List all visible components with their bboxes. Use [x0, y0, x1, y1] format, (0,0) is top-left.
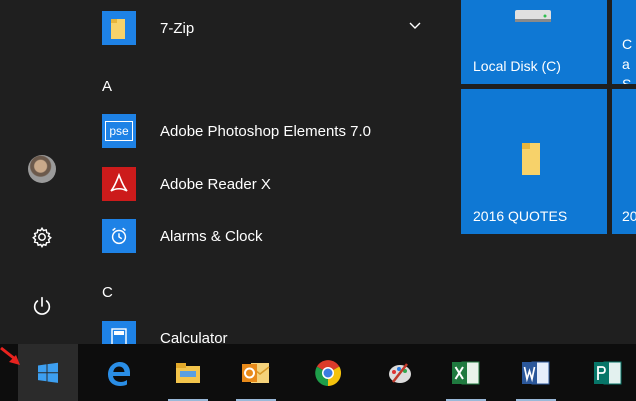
- all-apps-list: 7-Zip A pse Adobe Photoshop Elements 7.0…: [90, 0, 440, 344]
- list-item-7zip[interactable]: 7-Zip: [102, 8, 194, 48]
- pse-text: pse: [105, 121, 133, 141]
- red-arrow-annotation-icon: [0, 346, 20, 365]
- list-item-label: Adobe Reader X: [160, 175, 271, 193]
- hard-drive-icon: [515, 10, 551, 22]
- taskbar-edge[interactable]: [92, 344, 144, 401]
- tile-label: 2016 QUOTES: [473, 208, 568, 224]
- tile-label: 20: [622, 208, 636, 224]
- tile-partial-top[interactable]: Ca St: [612, 0, 636, 84]
- file-explorer-icon: [176, 362, 200, 383]
- folder-icon: [522, 143, 540, 175]
- edge-icon: [108, 361, 130, 386]
- adobe-reader-icon: [102, 167, 136, 201]
- list-item-label: Calculator: [160, 329, 228, 345]
- taskbar: [0, 344, 636, 401]
- calculator-icon: [102, 321, 136, 344]
- user-avatar: [28, 155, 56, 183]
- list-item-calculator[interactable]: Calculator: [102, 318, 228, 344]
- windows-start-icon: [38, 362, 58, 383]
- taskbar-chrome[interactable]: [302, 344, 354, 401]
- paint-icon: [389, 362, 411, 383]
- taskbar-file-explorer[interactable]: [162, 344, 214, 401]
- tile-label: Ca St: [622, 36, 633, 84]
- power-button[interactable]: [20, 284, 64, 328]
- taskbar-outlook[interactable]: [230, 344, 282, 401]
- list-item-adobe-reader[interactable]: Adobe Reader X: [102, 164, 271, 204]
- photoshop-elements-icon: pse: [102, 114, 136, 148]
- taskbar-excel[interactable]: [440, 344, 492, 401]
- taskbar-word[interactable]: [510, 344, 562, 401]
- list-item-label: Alarms & Clock: [160, 227, 263, 245]
- taskbar-paint[interactable]: [374, 344, 426, 401]
- chrome-icon: [315, 359, 342, 386]
- list-item-alarms-clock[interactable]: Alarms & Clock: [102, 216, 263, 256]
- tile-2016-quotes[interactable]: 2016 QUOTES: [461, 89, 607, 234]
- list-item-label: 7-Zip: [160, 19, 195, 37]
- excel-icon: [452, 361, 480, 384]
- user-account-button[interactable]: [20, 147, 64, 191]
- tile-partial-bottom[interactable]: 20: [612, 89, 636, 234]
- section-letter-c[interactable]: C: [102, 284, 113, 301]
- publisher-icon: [594, 361, 622, 384]
- tile-local-disk[interactable]: Local Disk (C): [461, 0, 607, 84]
- settings-icon: [32, 226, 52, 248]
- list-item-photoshop-elements[interactable]: pse Adobe Photoshop Elements 7.0: [102, 111, 371, 151]
- settings-button[interactable]: [20, 215, 64, 259]
- tile-label: Local Disk (C): [473, 58, 561, 74]
- start-left-rail: [0, 0, 85, 344]
- alarm-clock-icon: [102, 219, 136, 253]
- taskbar-publisher[interactable]: [582, 344, 634, 401]
- start-button[interactable]: [18, 344, 78, 401]
- outlook-icon: [242, 362, 270, 383]
- start-menu: 7-Zip A pse Adobe Photoshop Elements 7.0…: [0, 0, 636, 344]
- power-icon: [33, 296, 51, 315]
- pinned-tiles: Local Disk (C) Ca St 2016 QUOTES 20: [461, 0, 636, 344]
- chevron-down-icon[interactable]: [408, 18, 422, 36]
- folder-icon: [102, 11, 136, 45]
- list-item-label: Adobe Photoshop Elements 7.0: [160, 122, 371, 140]
- section-letter-a[interactable]: A: [102, 78, 112, 95]
- word-icon: [522, 361, 550, 384]
